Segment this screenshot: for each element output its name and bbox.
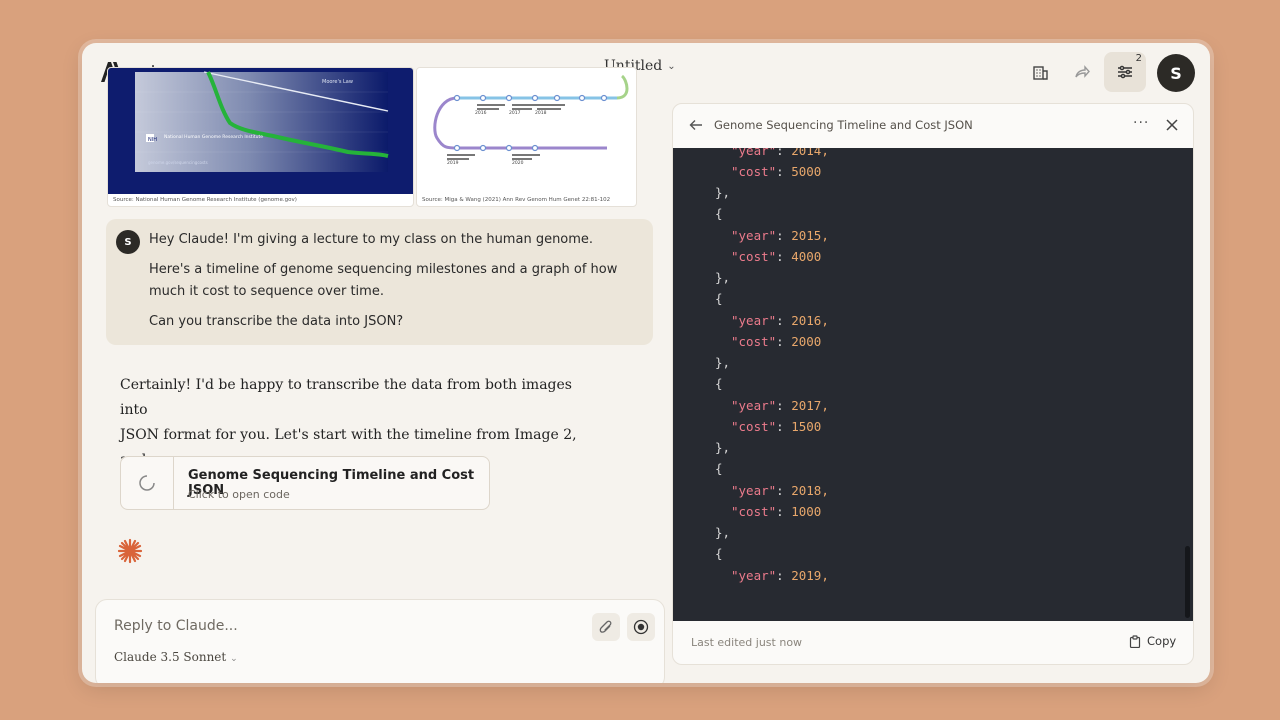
timeline-year: 2017 xyxy=(509,110,521,116)
code-key: "year" xyxy=(731,568,777,583)
attach-button[interactable] xyxy=(592,613,620,641)
copy-button[interactable]: Copy xyxy=(1129,634,1176,648)
code-line: { xyxy=(715,376,723,391)
code-line: }, xyxy=(715,270,731,285)
code-line: { xyxy=(715,461,723,476)
code-key: "cost" xyxy=(731,164,777,179)
image-caption: Source: National Human Genome Research I… xyxy=(113,197,297,203)
code-line: "year": 2019, xyxy=(731,568,829,583)
code-line: { xyxy=(715,546,723,561)
code-line: }, xyxy=(715,355,731,370)
moores-law-label: Moore's Law xyxy=(322,79,353,85)
code-key: "cost" xyxy=(731,334,777,349)
code-line: { xyxy=(715,291,723,306)
loading-spinner-icon xyxy=(121,457,174,509)
nih-logo-text: NIH xyxy=(148,137,157,143)
capture-button[interactable] xyxy=(627,613,655,641)
code-value: 1500 xyxy=(791,419,822,434)
code-line: "year": 2017, xyxy=(731,398,829,413)
genome-site-text: genome.gov/sequencingcosts xyxy=(148,160,208,165)
timeline-year: 2020 xyxy=(512,160,524,166)
app-window: + Untitled ⌄ 2 S xyxy=(82,43,1210,683)
assistant-message-line: Certainly! I'd be happy to transcribe th… xyxy=(120,377,572,418)
record-icon xyxy=(633,619,649,635)
code-line: "cost": 1000 xyxy=(731,504,822,519)
user-message-line: Hey Claude! I'm giving a lecture to my c… xyxy=(149,232,594,247)
claude-spark-icon xyxy=(116,537,144,565)
last-edited-status: Last edited just now xyxy=(691,636,803,649)
reply-input[interactable]: Reply to Claude... xyxy=(114,618,238,634)
code-line: "year": 2016, xyxy=(731,313,829,328)
more-options-icon[interactable]: ··· xyxy=(1133,115,1149,131)
model-name: Claude 3.5 Sonnet xyxy=(114,650,227,664)
code-value: 2016, xyxy=(791,313,829,328)
artifact-card-subtitle: Click to open code xyxy=(188,488,290,501)
code-value: 4000 xyxy=(791,249,822,264)
close-icon[interactable] xyxy=(1163,116,1181,134)
artifact-panel-header: Genome Sequencing Timeline and Cost JSON… xyxy=(673,104,1193,148)
artifact-card[interactable]: Genome Sequencing Timeline and Cost JSON… xyxy=(120,456,490,510)
code-key: "year" xyxy=(731,398,777,413)
artifact-panel: Genome Sequencing Timeline and Cost JSON… xyxy=(672,103,1194,665)
code-value: 2015, xyxy=(791,228,829,243)
code-line: "cost": 4000 xyxy=(731,249,822,264)
timeline-year: 2018 xyxy=(535,110,547,116)
code-line: "cost": 2000 xyxy=(731,334,822,349)
code-line: "cost": 5000 xyxy=(731,164,822,179)
code-key: "year" xyxy=(731,483,777,498)
code-line: "cost": 1500 xyxy=(731,419,822,434)
code-line: { xyxy=(715,206,723,221)
user-message-line: much it cost to sequence over time. xyxy=(149,284,384,299)
code-key: "cost" xyxy=(731,249,777,264)
user-message-line: Can you transcribe the data into JSON? xyxy=(149,314,404,329)
clipboard-icon xyxy=(1129,634,1141,648)
copy-label: Copy xyxy=(1147,634,1177,648)
paperclip-icon xyxy=(599,620,612,633)
timeline-year: 2016 xyxy=(475,110,487,116)
nih-label: National Human Genome Research Institute xyxy=(164,134,263,140)
share-icon[interactable] xyxy=(1071,61,1093,83)
code-line: "year": 2015, xyxy=(731,228,829,243)
user-message: S Hey Claude! I'm giving a lecture to my… xyxy=(106,219,653,345)
code-key: "cost" xyxy=(731,504,777,519)
code-key: "year" xyxy=(731,313,777,328)
sliders-icon xyxy=(1118,65,1132,79)
code-scrollbar[interactable] xyxy=(1185,546,1190,618)
code-value: 2000 xyxy=(791,334,822,349)
code-line: "year": 2014, xyxy=(731,148,829,158)
settings-tune-button[interactable]: 2 xyxy=(1104,52,1146,92)
timeline-image[interactable]: 2016 2017 2018 2019 2020 Source: Miga & … xyxy=(416,67,637,207)
artifact-panel-title: Genome Sequencing Timeline and Cost JSON xyxy=(714,118,973,132)
reply-composer: Reply to Claude... Claude 3.5 Sonnet ⌄ xyxy=(95,599,665,683)
code-value: 5000 xyxy=(791,164,822,179)
image-caption: Source: Miga & Wang (2021) Ann Rev Genom… xyxy=(422,197,611,203)
code-key: "cost" xyxy=(731,419,777,434)
project-icon[interactable] xyxy=(1029,61,1051,83)
code-value: 2017, xyxy=(791,398,829,413)
code-line: "year": 2018, xyxy=(731,483,829,498)
code-key: "year" xyxy=(731,228,777,243)
code-line: }, xyxy=(715,525,731,540)
back-arrow-icon[interactable] xyxy=(687,116,705,134)
chevron-down-icon: ⌄ xyxy=(667,60,676,72)
user-avatar[interactable]: S xyxy=(1157,54,1195,92)
code-value: 2018, xyxy=(791,483,829,498)
code-key: "year" xyxy=(731,148,777,158)
artifact-panel-footer: Last edited just now Copy xyxy=(673,621,1193,664)
tune-badge: 2 xyxy=(1135,53,1142,64)
code-value: 2019, xyxy=(791,568,829,583)
code-value: 2014, xyxy=(791,148,829,158)
user-message-line: Here's a timeline of genome sequencing m… xyxy=(149,262,618,277)
cost-graph-image[interactable]: NIH National Human Genome Research Insti… xyxy=(107,67,414,207)
code-line: }, xyxy=(715,185,731,200)
code-viewer[interactable]: "year": 2014, "cost": 5000 }, { "year": … xyxy=(673,148,1193,621)
user-message-avatar: S xyxy=(116,230,140,254)
code-line: }, xyxy=(715,440,731,455)
attached-images: NIH National Human Genome Research Insti… xyxy=(107,67,637,207)
chevron-down-icon: ⌄ xyxy=(230,654,238,664)
model-selector[interactable]: Claude 3.5 Sonnet ⌄ xyxy=(114,650,238,664)
code-value: 1000 xyxy=(791,504,822,519)
timeline-year: 2019 xyxy=(447,160,459,166)
